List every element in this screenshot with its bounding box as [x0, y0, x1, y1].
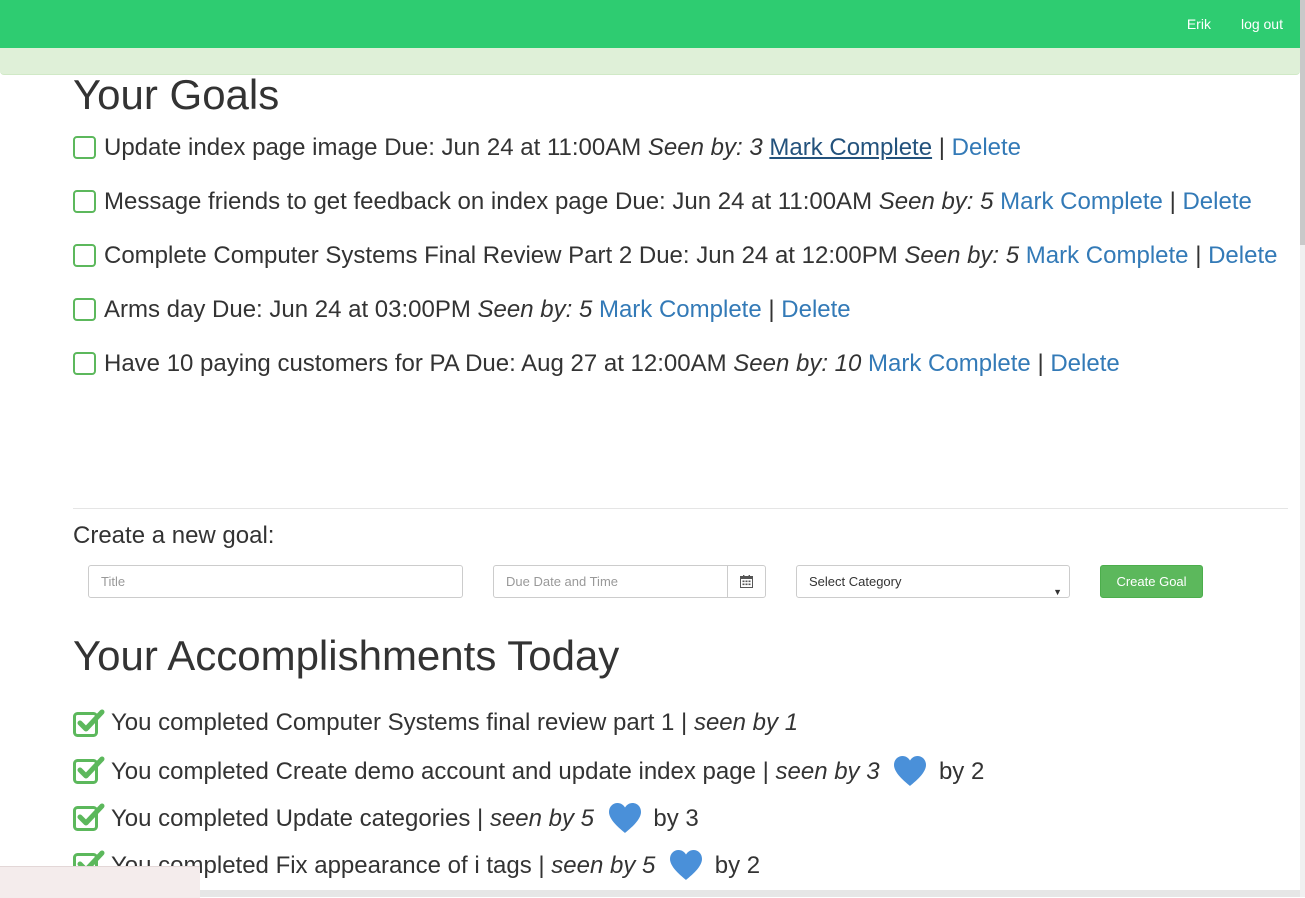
caret-down-icon: ▼: [1053, 587, 1062, 597]
accomplishment-text: You completed Create demo account and up…: [111, 758, 769, 785]
top-navbar: Erik log out: [0, 0, 1300, 48]
accomplishments-title: Your Accomplishments Today: [73, 632, 620, 679]
seen-count: 5: [980, 188, 994, 215]
goal-text: Update index page image Due: Jun 24 at 1…: [104, 134, 642, 161]
navbar-right: Erik log out: [1187, 0, 1283, 48]
goal-checkbox[interactable]: [73, 298, 96, 321]
likes-count: 2: [970, 758, 985, 785]
likes-label: by: [938, 758, 965, 785]
accomplishment-item: You completed Computer Systems final rev…: [73, 708, 984, 755]
likes-label: by: [653, 805, 679, 832]
seen-label: Seen by:: [904, 242, 1000, 269]
goal-item: Have 10 paying customers for PA Due: Aug…: [73, 350, 1288, 377]
heart-icon[interactable]: [607, 802, 643, 834]
seen-label: seen by: [775, 758, 860, 785]
checked-box-icon: [73, 709, 105, 737]
delete-link[interactable]: Delete: [781, 296, 850, 323]
heart-icon[interactable]: [892, 755, 928, 787]
calendar-icon: [740, 575, 753, 588]
accomplishments-list: You completed Computer Systems final rev…: [73, 708, 984, 896]
goal-item: Update index page image Due: Jun 24 at 1…: [73, 134, 1288, 161]
calendar-button[interactable]: [727, 565, 766, 598]
seen-count: 5: [642, 852, 656, 879]
goal-checkbox[interactable]: [73, 244, 96, 267]
user-link[interactable]: Erik: [1187, 16, 1211, 32]
seen-label: Seen by:: [647, 134, 743, 161]
goal-text: Have 10 paying customers for PA Due: Aug…: [104, 350, 727, 377]
category-selected: Select Category: [809, 574, 902, 589]
seen-count: 10: [834, 350, 862, 377]
seen-count: 1: [784, 709, 799, 736]
seen-label: Seen by:: [733, 350, 828, 377]
logout-link[interactable]: log out: [1241, 16, 1283, 32]
goals-title: Your Goals: [73, 71, 280, 118]
delete-link[interactable]: Delete: [1208, 242, 1277, 269]
separator: |: [1195, 242, 1202, 269]
separator: |: [938, 134, 945, 161]
accomplishment-text: You completed Update categories |: [111, 805, 484, 832]
mark-complete-link[interactable]: Mark Complete: [868, 350, 1031, 377]
goals-list: Update index page image Due: Jun 24 at 1…: [73, 134, 1288, 377]
create-goal-form: Title Due Date and Time Select Category …: [88, 565, 1288, 598]
delete-link[interactable]: Delete: [1050, 350, 1119, 377]
scrollbar-thumb[interactable]: [1300, 0, 1305, 245]
checked-box-icon: [73, 803, 105, 831]
goal-text: Arms day Due: Jun 24 at 03:00PM: [104, 296, 471, 323]
divider: [73, 508, 1288, 509]
delete-link[interactable]: Delete: [1182, 188, 1251, 215]
seen-count: 3: [866, 758, 880, 785]
mark-complete-link[interactable]: Mark Complete: [1026, 242, 1189, 269]
goal-checkbox[interactable]: [73, 352, 96, 375]
create-goal-label: Create a new goal:: [73, 522, 275, 549]
seen-count: 5: [578, 296, 593, 323]
seen-label: seen by: [551, 852, 636, 879]
seen-label: seen by: [489, 805, 574, 832]
seen-label: Seen by:: [878, 188, 974, 215]
accomplishment-item: You completed Update categories | seen b…: [73, 802, 984, 849]
vertical-scrollbar[interactable]: [1300, 0, 1305, 897]
delete-link[interactable]: Delete: [952, 134, 1021, 161]
accomplishment-item: You completed Create demo account and up…: [73, 755, 984, 802]
separator: |: [768, 296, 775, 323]
seen-count: 3: [749, 134, 763, 161]
accomplishment-text: You completed Computer Systems final rev…: [111, 709, 688, 736]
goal-checkbox[interactable]: [73, 136, 96, 159]
title-input[interactable]: Title: [88, 565, 463, 598]
likes-label: by: [714, 852, 741, 879]
heart-icon[interactable]: [668, 849, 704, 881]
accomplishment-item: You completed Fix appearance of i tags |…: [73, 849, 984, 896]
likes-count: 3: [685, 805, 699, 832]
goal-item: Complete Computer Systems Final Review P…: [73, 242, 1288, 269]
category-select[interactable]: Select Category ▼: [796, 565, 1070, 598]
goal-text: Complete Computer Systems Final Review P…: [104, 242, 898, 269]
goal-text: Message friends to get feedback on index…: [104, 188, 873, 215]
seen-label: Seen by:: [477, 296, 573, 323]
due-date-input[interactable]: Due Date and Time: [493, 565, 728, 598]
seen-count: 5: [1005, 242, 1020, 269]
goal-checkbox[interactable]: [73, 190, 96, 213]
likes-count: 2: [746, 852, 761, 879]
separator: |: [1037, 350, 1044, 377]
mark-complete-link[interactable]: Mark Complete: [1000, 188, 1163, 215]
seen-label: seen by: [693, 709, 779, 736]
mark-complete-link[interactable]: Mark Complete: [769, 134, 932, 161]
goal-item: Arms day Due: Jun 24 at 03:00PM Seen by:…: [73, 296, 1288, 323]
seen-count: 5: [580, 805, 595, 832]
goal-item: Message friends to get feedback on index…: [73, 188, 1288, 215]
checked-box-icon: [73, 756, 105, 784]
bottom-left-overlay: [0, 866, 200, 898]
create-goal-button[interactable]: Create Goal: [1100, 565, 1203, 598]
mark-complete-link[interactable]: Mark Complete: [599, 296, 762, 323]
separator: |: [1169, 188, 1176, 215]
main-content: Your Goals Update index page image Due: …: [73, 74, 1288, 404]
